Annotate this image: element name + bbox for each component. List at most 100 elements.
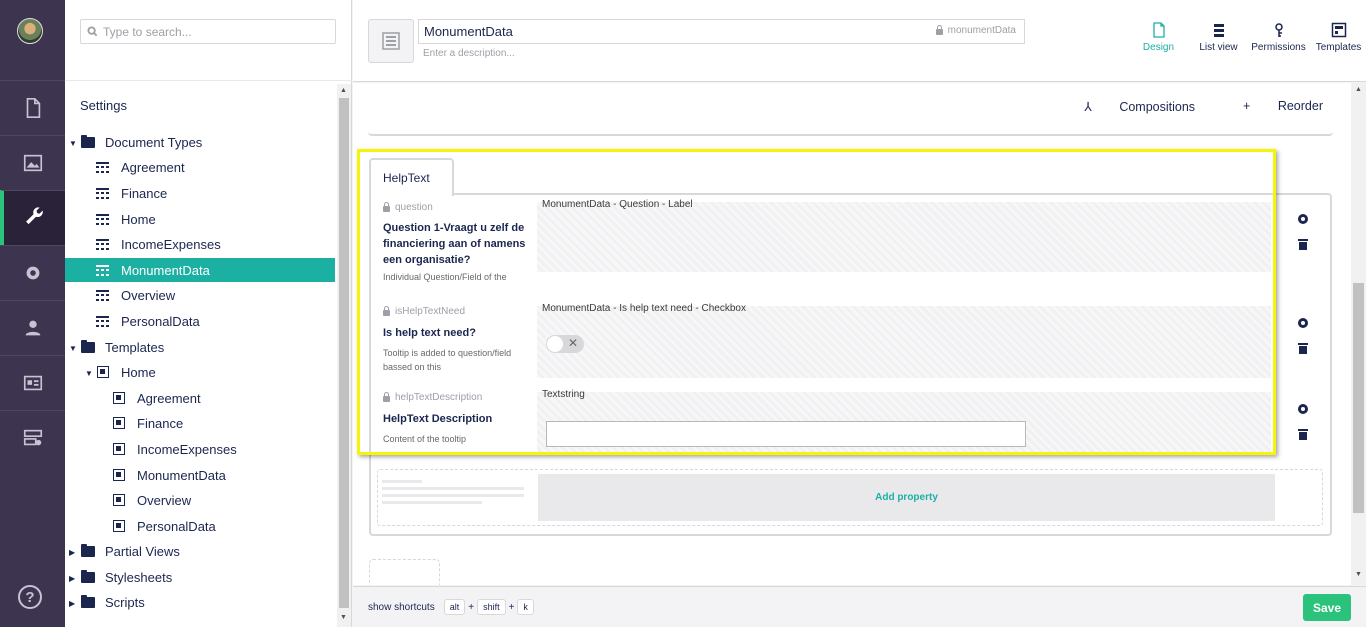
name-input[interactable]: MonumentData monumentData — [418, 19, 1025, 44]
scroll-down-arrow-icon[interactable]: ▼ — [340, 614, 347, 621]
list-view-tab[interactable]: List view — [1191, 22, 1246, 53]
tree-item-doctype[interactable]: Finance — [96, 181, 167, 205]
lock-icon[interactable] — [383, 202, 390, 212]
content-section-icon[interactable] — [0, 80, 65, 135]
tree-item-doctype[interactable]: Home — [96, 207, 156, 231]
caret-down-icon[interactable]: ▼ — [85, 369, 93, 378]
property-row[interactable]: question Question 1-Vraagt u zelf de fin… — [381, 199, 1276, 288]
scroll-up-arrow-icon[interactable]: ▲ — [340, 87, 347, 94]
key-k: k — [517, 599, 534, 615]
trash-icon[interactable] — [1298, 238, 1308, 250]
folder-icon — [81, 339, 95, 353]
packages-gear-icon[interactable] — [0, 245, 65, 300]
scrollbar-thumb[interactable] — [339, 98, 349, 608]
gear-icon[interactable] — [1297, 317, 1309, 329]
gear-icon[interactable] — [1297, 403, 1309, 415]
tree-item-template-home[interactable]: Home — [97, 360, 156, 384]
shortcuts[interactable]: show shortcuts alt + shift + k — [368, 599, 537, 615]
forms-section-icon[interactable] — [0, 410, 65, 465]
media-section-icon[interactable] — [0, 135, 65, 190]
caret-right-icon[interactable]: ▶ — [69, 548, 75, 557]
group-tab[interactable]: HelpText — [369, 158, 454, 196]
property-label: HelpText Description — [383, 413, 493, 425]
key-alt: alt — [443, 599, 466, 615]
tree-item-template[interactable]: Finance — [113, 411, 183, 435]
caret-right-icon[interactable]: ▶ — [69, 599, 75, 608]
users-section-icon[interactable] — [0, 300, 65, 355]
sections-rail: ? — [0, 0, 65, 627]
tree-item-templates[interactable]: Templates — [81, 335, 164, 359]
doctype-icon — [96, 264, 109, 276]
lock-icon[interactable] — [383, 306, 390, 316]
search-input[interactable]: Type to search... — [80, 19, 336, 44]
lock-icon[interactable] — [383, 392, 390, 402]
caret-right-icon[interactable]: ▶ — [69, 574, 75, 583]
description-input[interactable]: Enter a description... — [423, 48, 515, 59]
tree-item-partial-views[interactable]: Partial Views — [81, 539, 180, 563]
caret-down-icon[interactable]: ▼ — [69, 344, 77, 353]
tree-item-doctype[interactable]: IncomeExpenses — [96, 232, 221, 256]
property-description: Content of the tooltip — [383, 434, 467, 444]
property-editor-name: MonumentData - Question - Label — [542, 199, 693, 210]
save-button[interactable]: Save — [1303, 594, 1351, 621]
property-description: Individual Question/Field of the — [383, 272, 507, 282]
templates-tab[interactable]: Templates — [1311, 22, 1366, 53]
permissions-tab[interactable]: Permissions — [1251, 22, 1306, 53]
tree-item-doctype-selected[interactable]: MonumentData — [65, 258, 335, 282]
doctype-icon-picker[interactable] — [368, 19, 414, 63]
design-canvas: ⅄ Compositions + Reorder HelpText questi… — [353, 83, 1351, 585]
add-property-button[interactable]: Add property — [538, 474, 1275, 521]
main-scrollbar[interactable]: ▲ ▼ — [1351, 83, 1366, 585]
doctype-icon — [96, 315, 109, 327]
gear-icon[interactable] — [1297, 213, 1309, 225]
textstring-input[interactable] — [546, 421, 1026, 447]
tree-item-stylesheets[interactable]: Stylesheets — [81, 565, 172, 589]
add-group-button[interactable] — [369, 559, 440, 585]
tree-scrollbar[interactable]: ▲ ▼ — [337, 84, 351, 627]
list-icon — [382, 32, 400, 50]
tree-item-scripts[interactable]: Scripts — [81, 590, 145, 614]
trash-icon[interactable] — [1298, 342, 1308, 354]
doctype-icon — [96, 238, 109, 250]
compositions-button[interactable]: ⅄ Compositions — [1060, 99, 1195, 114]
tree-item-template[interactable]: Agreement — [113, 386, 201, 410]
caret-down-icon[interactable]: ▼ — [69, 139, 77, 148]
reorder-button[interactable]: + Reorder — [1219, 99, 1323, 114]
tree-item-doctype[interactable]: Agreement — [96, 155, 185, 179]
key-shift: shift — [477, 599, 506, 615]
scroll-up-arrow-icon[interactable]: ▲ — [1355, 86, 1362, 93]
property-alias[interactable]: isHelpTextNeed — [383, 306, 465, 317]
property-alias[interactable]: helpTextDescription — [383, 392, 482, 403]
tree-item-doctype[interactable]: Overview — [96, 283, 175, 307]
template-icon — [97, 366, 109, 378]
lock-icon[interactable] — [935, 25, 943, 35]
previous-group-edge — [368, 131, 1333, 136]
property-alias[interactable]: question — [383, 202, 433, 213]
property-row[interactable]: isHelpTextNeed Is help text need? Toolti… — [381, 303, 1276, 378]
scrollbar-thumb[interactable] — [1353, 283, 1364, 513]
design-tab[interactable]: Design — [1131, 22, 1186, 53]
user-avatar[interactable] — [17, 18, 43, 44]
help-icon[interactable]: ? — [18, 585, 42, 609]
alias-field[interactable]: monumentData — [935, 25, 1016, 36]
property-editor-preview — [537, 306, 1271, 378]
property-description: Tooltip is added to question/field basse… — [383, 348, 512, 372]
tree-item-document-types[interactable]: Document Types — [81, 130, 202, 154]
doctype-icon — [96, 161, 109, 173]
scroll-down-arrow-icon[interactable]: ▼ — [1355, 571, 1362, 578]
doctype-icon — [96, 187, 109, 199]
property-editor-name: Textstring — [542, 389, 585, 400]
settings-section-icon[interactable] — [0, 190, 65, 245]
tree-item-doctype[interactable]: PersonalData — [96, 309, 200, 333]
tree-item-template[interactable]: IncomeExpenses — [113, 437, 237, 461]
list-view-icon — [1213, 24, 1224, 37]
tree-item-template[interactable]: MonumentData — [113, 463, 226, 487]
template-icon — [113, 469, 125, 481]
tree-item-template[interactable]: Overview — [113, 488, 191, 512]
compositions-icon: ⅄ — [1084, 100, 1096, 114]
trash-icon[interactable] — [1298, 428, 1308, 440]
tree-item-template[interactable]: PersonalData — [113, 514, 216, 538]
property-row[interactable]: helpTextDescription HelpText Description… — [381, 389, 1276, 454]
members-section-icon[interactable] — [0, 355, 65, 410]
toggle-switch[interactable]: ✕ — [546, 335, 584, 353]
